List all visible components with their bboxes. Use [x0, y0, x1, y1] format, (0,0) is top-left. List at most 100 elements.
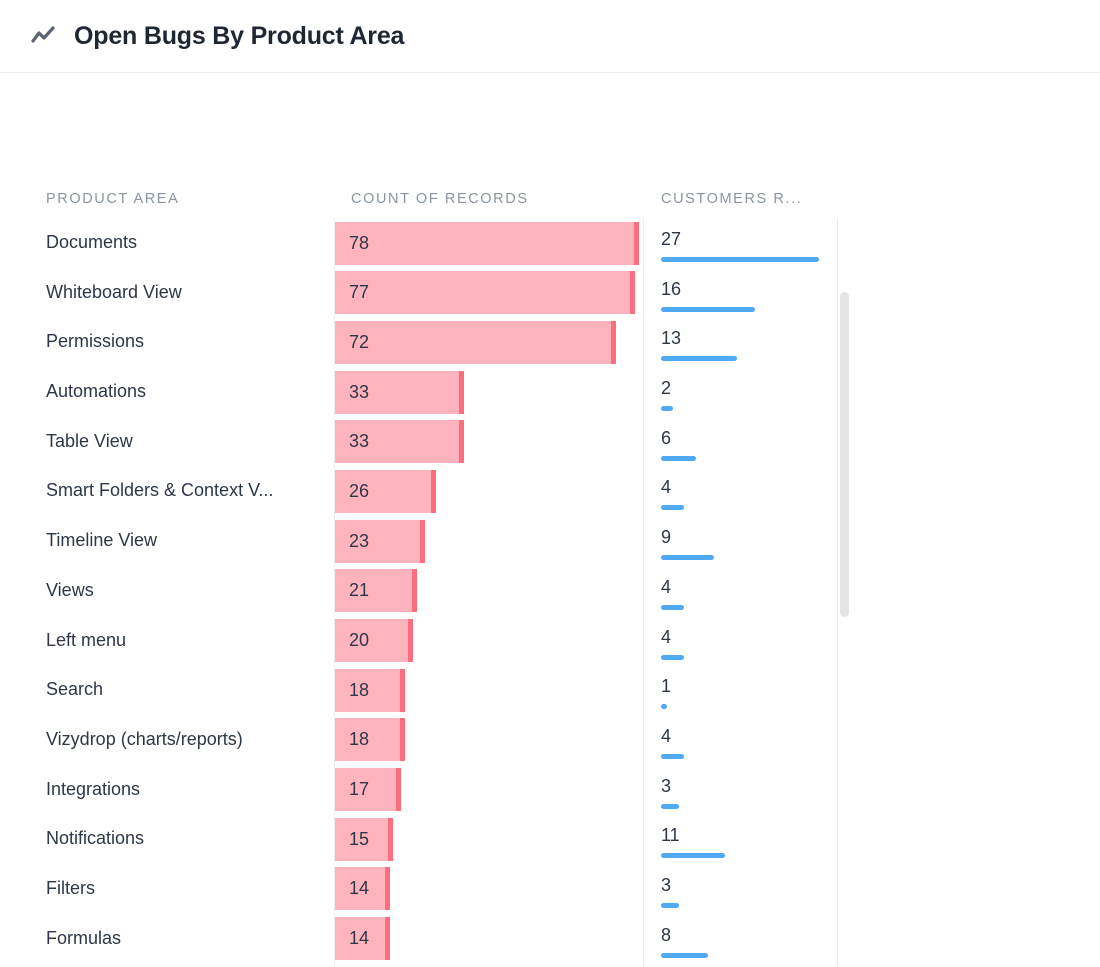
customers-value: 3	[661, 875, 671, 895]
chart-row[interactable]: Timeline View239	[0, 516, 1100, 566]
customers-cell[interactable]: 1	[661, 665, 701, 715]
chart-row[interactable]: Left menu 20 4	[0, 616, 1100, 666]
column-header-count-of-records[interactable]: COUNT OF RECORDS	[351, 191, 529, 207]
chart-row[interactable]: Filters143	[0, 864, 1100, 914]
chart-row[interactable]: Formulas148	[0, 914, 1100, 964]
count-bar-cell[interactable]: 14	[335, 867, 390, 910]
count-bar[interactable]: 33	[335, 371, 464, 414]
customers-bar[interactable]	[661, 804, 679, 809]
count-bar[interactable]: 14	[335, 917, 390, 960]
customers-value: 11	[661, 825, 680, 845]
customers-cell[interactable]: 16	[661, 268, 755, 318]
chart-row[interactable]: Search 18 1	[0, 665, 1100, 715]
count-bar-cell[interactable]: 14	[335, 917, 390, 960]
customers-bar[interactable]	[661, 257, 819, 262]
customers-bar[interactable]	[661, 953, 708, 958]
count-bar[interactable]: 23	[335, 520, 425, 563]
chart-row[interactable]: Notifications 15 11	[0, 814, 1100, 864]
customers-cell[interactable]: 9	[661, 516, 714, 566]
count-bar-cell[interactable]: 20	[335, 619, 413, 662]
customers-bar[interactable]	[661, 356, 737, 361]
customers-bar[interactable]	[661, 605, 684, 610]
chart-row[interactable]: Vizydrop (charts/reports) 18 4	[0, 715, 1100, 765]
count-bar-cell[interactable]: 33	[335, 420, 464, 463]
count-bar[interactable]: 78	[335, 222, 639, 265]
count-bar-cell[interactable]: 23	[335, 520, 425, 563]
customers-bar[interactable]	[661, 704, 667, 709]
count-bar[interactable]: 77	[335, 271, 635, 314]
customers-value: 6	[661, 428, 671, 448]
count-bar-cell[interactable]: 72	[335, 321, 616, 364]
customers-cell[interactable]: 3	[661, 765, 701, 815]
chart-container: PRODUCT AREA COUNT OF RECORDS CUSTOMERS …	[0, 73, 1100, 967]
count-bar-cell[interactable]: 18	[335, 669, 405, 712]
row-label-product-area: Documents	[46, 218, 321, 268]
chart-row[interactable]: Smart Folders & Context V...264	[0, 466, 1100, 516]
count-bar[interactable]: 18	[335, 669, 405, 712]
count-bar-cell[interactable]: 78	[335, 222, 639, 265]
count-bar-value: 72	[335, 332, 369, 353]
count-bar-cell[interactable]: 15	[335, 818, 393, 861]
row-label-product-area: Whiteboard View	[46, 268, 321, 318]
customers-bar[interactable]	[661, 655, 684, 660]
chart-row[interactable]: Views214	[0, 566, 1100, 616]
count-bar[interactable]: 15	[335, 818, 393, 861]
customers-bar[interactable]	[661, 456, 696, 461]
count-bar[interactable]: 33	[335, 420, 464, 463]
count-bar[interactable]: 17	[335, 768, 401, 811]
scrollbar-thumb[interactable]	[840, 292, 849, 617]
chart-row[interactable]: Whiteboard View 77 16	[0, 268, 1100, 318]
count-bar-cell[interactable]: 77	[335, 271, 635, 314]
count-bar[interactable]: 20	[335, 619, 413, 662]
count-bar[interactable]: 72	[335, 321, 616, 364]
count-bar-cell[interactable]: 17	[335, 768, 401, 811]
customers-cell[interactable]: 4	[661, 466, 701, 516]
customers-cell[interactable]: 27	[661, 218, 819, 268]
count-bar-value: 33	[335, 431, 369, 452]
count-bar-value: 14	[335, 928, 369, 949]
customers-bar[interactable]	[661, 505, 684, 510]
customers-bar[interactable]	[661, 406, 673, 411]
chart-row[interactable]: Permissions7213	[0, 317, 1100, 367]
chart-row[interactable]: Table View336	[0, 417, 1100, 467]
count-bar-cell[interactable]: 33	[335, 371, 464, 414]
count-bar[interactable]: 26	[335, 470, 436, 513]
customers-cell[interactable]: 4	[661, 566, 701, 616]
column-header-customers-reporting[interactable]: CUSTOMERS R...	[661, 191, 802, 207]
column-headers: PRODUCT AREA COUNT OF RECORDS CUSTOMERS …	[0, 191, 1100, 221]
vertical-scrollbar[interactable]	[838, 218, 849, 967]
count-bar[interactable]: 21	[335, 569, 417, 612]
customers-cell[interactable]: 3	[661, 864, 701, 914]
customers-value: 4	[661, 726, 671, 746]
customers-value: 9	[661, 527, 671, 547]
customers-value: 8	[661, 925, 671, 945]
customers-cell[interactable]: 2	[661, 367, 701, 417]
count-bar-value: 21	[335, 580, 369, 601]
row-label-product-area: Automations	[46, 367, 321, 417]
count-bar-cell[interactable]: 18	[335, 718, 405, 761]
customers-cell[interactable]: 4	[661, 616, 701, 666]
count-bar[interactable]: 14	[335, 867, 390, 910]
customers-cell[interactable]: 6	[661, 417, 701, 467]
customers-cell[interactable]: 8	[661, 914, 708, 964]
chart-row[interactable]: Documents 78 27	[0, 218, 1100, 268]
row-label-product-area: Search	[46, 665, 321, 715]
row-label-product-area: Vizydrop (charts/reports)	[46, 715, 321, 765]
customers-bar[interactable]	[661, 555, 714, 560]
column-header-product-area[interactable]: PRODUCT AREA	[46, 191, 179, 207]
count-bar[interactable]: 18	[335, 718, 405, 761]
row-label-product-area: Left menu	[46, 616, 321, 666]
customers-cell[interactable]: 4	[661, 715, 701, 765]
customers-bar[interactable]	[661, 307, 755, 312]
customers-bar[interactable]	[661, 903, 679, 908]
chart-row[interactable]: Automations 33 2	[0, 367, 1100, 417]
customers-cell[interactable]: 13	[661, 317, 737, 367]
row-label-product-area: Notifications	[46, 814, 321, 864]
count-bar-cell[interactable]: 26	[335, 470, 436, 513]
customers-cell[interactable]: 11	[661, 814, 725, 864]
customers-bar[interactable]	[661, 853, 725, 858]
customers-value: 13	[661, 328, 681, 348]
count-bar-cell[interactable]: 21	[335, 569, 417, 612]
chart-row[interactable]: Integrations173	[0, 765, 1100, 815]
customers-bar[interactable]	[661, 754, 684, 759]
